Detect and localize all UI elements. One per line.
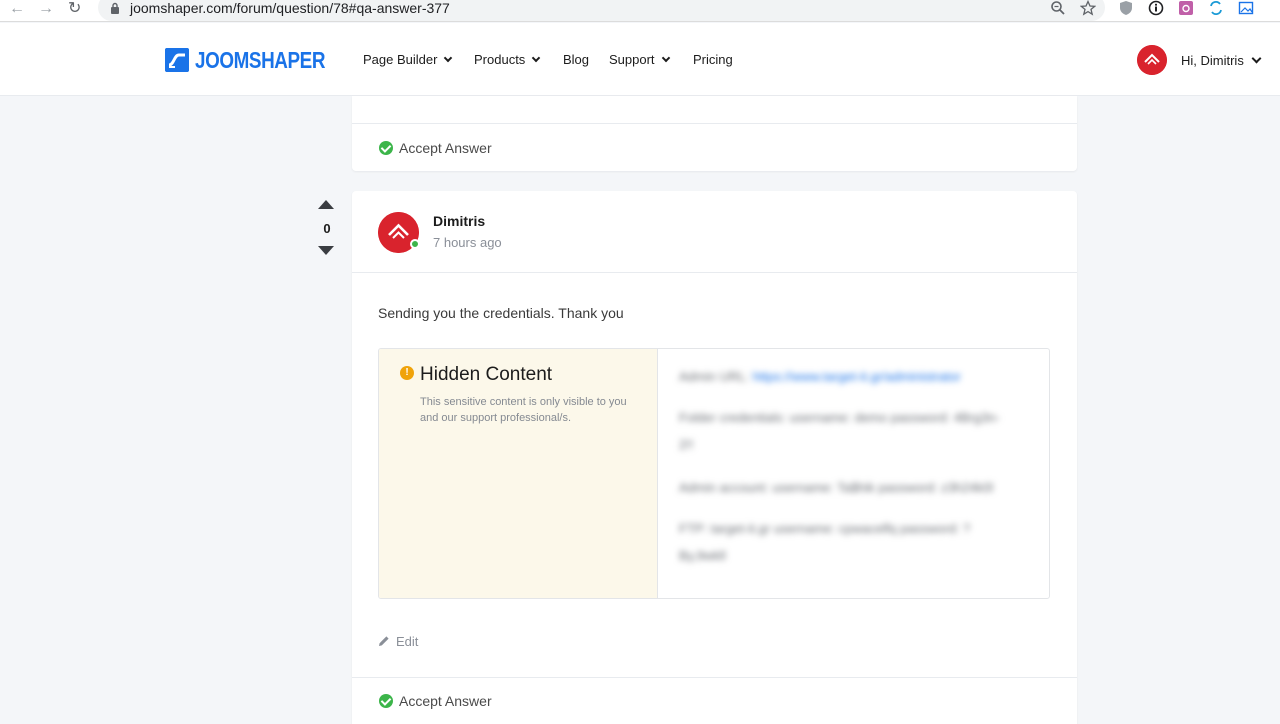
user-greeting: Hi, Dimitris	[1181, 53, 1244, 68]
hidden-content-notice: ! Hidden Content This sensitive content …	[379, 349, 658, 598]
hidden-line-text: Admin URL:	[679, 369, 753, 384]
url-text[interactable]: joomshaper.com/forum/question/78#qa-answ…	[130, 0, 450, 17]
user-avatar[interactable]	[1137, 45, 1167, 75]
online-status-dot	[410, 239, 420, 249]
hidden-line-text: Folder credentials: username: demo passw…	[679, 410, 1000, 425]
camera-extension-icon[interactable]	[1178, 0, 1194, 16]
lock-icon	[111, 2, 119, 14]
nav-page-builder[interactable]: Page Builder	[363, 51, 453, 69]
check-circle-icon	[379, 141, 393, 155]
nav-products[interactable]: Products	[474, 51, 541, 69]
chevron-down-icon	[532, 53, 541, 63]
hidden-line: 2!!	[679, 431, 693, 458]
chevron-down-icon	[444, 53, 453, 63]
hidden-line-link[interactable]: https://www.target-it.gr/administrator	[753, 369, 961, 384]
shield-extension-icon[interactable]	[1118, 0, 1134, 16]
answer-card: Dimitris 7 hours ago Sending you the cre…	[352, 191, 1077, 724]
image-extension-icon[interactable]	[1238, 0, 1254, 16]
nav-label: Products	[474, 52, 526, 67]
nav-label: Page Builder	[363, 52, 438, 67]
card-divider	[352, 677, 1077, 678]
post-body: Sending you the credentials. Thank you	[378, 305, 624, 321]
hidden-line-text: By,9wkll	[679, 548, 726, 563]
hidden-line: FTP: target-it.gr username: cpwacelfq pa…	[679, 515, 970, 542]
edit-button[interactable]: Edit	[378, 633, 418, 650]
chevron-down-icon	[1251, 53, 1262, 64]
sync-extension-icon[interactable]	[1208, 0, 1224, 16]
nav-blog[interactable]: Blog	[563, 51, 589, 69]
card-divider	[352, 123, 1077, 124]
hidden-content-box: ! Hidden Content This sensitive content …	[378, 348, 1050, 599]
accept-answer-label: Accept Answer	[399, 693, 492, 709]
hidden-line-text: FTP: target-it.gr username: cpwacelfq pa…	[679, 521, 971, 536]
author-name[interactable]: Dimitris	[433, 212, 485, 230]
back-icon[interactable]: ←	[9, 0, 25, 18]
card-divider	[352, 272, 1077, 273]
nav-label: Blog	[563, 52, 590, 67]
site-header: JOOMSHAPER Page Builder Products Blog Su…	[0, 23, 1280, 96]
forward-icon[interactable]: →	[38, 0, 54, 18]
edit-label: Edit	[396, 634, 419, 649]
nav-label: Pricing	[693, 52, 733, 67]
nav-pricing[interactable]: Pricing	[693, 51, 733, 69]
hidden-line-text: 2!!	[679, 437, 694, 452]
reload-icon[interactable]: ↻	[68, 0, 81, 18]
logo-mark-icon	[165, 48, 189, 72]
hidden-content-body: Admin URL: https://www.target-it.gr/admi…	[659, 349, 1049, 598]
logo-text: JOOMSHAPER	[195, 47, 326, 73]
post-time: 7 hours ago	[433, 235, 502, 250]
browser-toolbar: ← → ↻ joomshaper.com/forum/question/78#q…	[0, 0, 1280, 22]
accept-answer-label: Accept Answer	[399, 140, 492, 156]
zoom-icon[interactable]	[1050, 0, 1066, 16]
hidden-content-title: Hidden Content	[420, 364, 553, 385]
bookmark-star-icon[interactable]	[1080, 0, 1096, 16]
vote-widget: 0	[316, 198, 338, 258]
previous-answer-card: Accept Answer	[352, 96, 1077, 171]
hidden-content-description: This sensitive content is only visible t…	[420, 396, 627, 424]
hidden-line: Admin URL: https://www.target-it.gr/admi…	[679, 363, 961, 390]
nav-label: Support	[609, 52, 655, 67]
info-extension-icon[interactable]	[1148, 0, 1164, 16]
check-circle-icon	[379, 694, 393, 708]
info-icon: !	[400, 366, 414, 380]
vote-count: 0	[323, 221, 331, 236]
hidden-line: By,9wkll	[679, 542, 726, 569]
pencil-icon	[379, 636, 389, 646]
hidden-line: Folder credentials: username: demo passw…	[679, 404, 1000, 431]
nav-support[interactable]: Support	[609, 51, 670, 69]
downvote-icon[interactable]	[318, 246, 334, 255]
hidden-line: Admin account: username: Ta$hik password…	[679, 474, 993, 501]
user-menu[interactable]: Hi, Dimitris	[1181, 52, 1262, 70]
upvote-icon[interactable]	[318, 200, 334, 209]
chevron-down-icon	[661, 53, 670, 63]
hidden-line-text: Admin account: username: Ta$hik password…	[679, 480, 994, 495]
